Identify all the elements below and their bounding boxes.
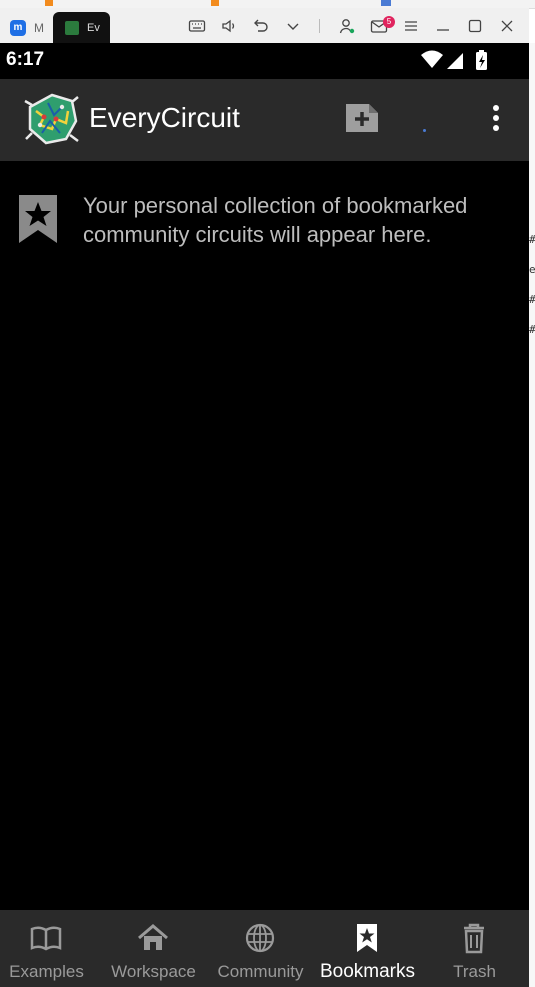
new-circuit-button[interactable] <box>343 101 381 135</box>
nav-community[interactable]: Community <box>207 910 314 987</box>
globe-icon <box>245 923 275 953</box>
emulator-active-tab[interactable]: Ev <box>53 12 110 43</box>
app-bar: EveryCircuit <box>0 79 529 161</box>
phone-screen: 6:17 EveryCircuit Your personal collecti… <box>0 43 529 987</box>
trash-icon <box>464 923 484 954</box>
background-tab-marker <box>45 0 53 6</box>
new-file-icon <box>346 104 378 132</box>
nav-examples-label: Examples <box>9 962 84 981</box>
chevron-down-icon[interactable] <box>284 17 302 35</box>
book-icon <box>30 926 62 951</box>
emulator-active-tab-label: Ev <box>87 22 100 34</box>
status-icons <box>421 49 491 73</box>
battery-charging-icon <box>476 50 487 70</box>
account-icon[interactable] <box>338 17 356 35</box>
nav-bookmarks[interactable]: Bookmarks <box>314 910 421 987</box>
keyboard-icon[interactable] <box>188 17 206 35</box>
status-time: 6:17 <box>6 49 45 70</box>
nav-workspace-label: Workspace <box>111 962 196 981</box>
everycircuit-tab-icon <box>65 21 79 35</box>
titlebar-divider <box>319 19 320 33</box>
emulator-app-tab-label: M <box>34 21 44 35</box>
status-bar: 6:17 <box>0 43 529 79</box>
bookmark-star-icon <box>357 924 377 952</box>
background-window-edge: # e # # <box>529 43 535 987</box>
wifi-icon <box>421 50 443 68</box>
empty-state-message: Your personal collection of bookmarked c… <box>83 193 468 247</box>
nav-workspace[interactable]: Workspace <box>100 910 207 987</box>
home-icon <box>138 924 168 950</box>
nav-trash[interactable]: Trash <box>421 910 528 987</box>
nav-community-label: Community <box>217 962 304 981</box>
bottom-navigation: Examples Workspace Community Bookmarks T… <box>0 910 529 987</box>
mail-badge: 5 <box>383 16 395 28</box>
nav-examples[interactable]: Examples <box>0 910 100 987</box>
overflow-menu-button[interactable] <box>486 101 506 137</box>
nav-trash-label: Trash <box>453 962 496 981</box>
volume-icon[interactable] <box>220 17 238 35</box>
loading-dot <box>423 129 426 132</box>
background-tab-marker <box>211 0 219 6</box>
more-vert-icon <box>493 105 499 131</box>
maximize-icon[interactable] <box>466 17 484 35</box>
cell-signal-icon <box>447 53 463 69</box>
app-title: EveryCircuit <box>89 102 240 133</box>
everycircuit-logo-icon <box>22 89 82 149</box>
close-icon[interactable] <box>498 17 516 35</box>
undo-icon[interactable] <box>252 17 270 35</box>
emulator-app-tab[interactable]: m M <box>6 16 44 38</box>
background-tab-marker <box>381 0 391 6</box>
bookmarks-content: Your personal collection of bookmarked c… <box>0 161 529 910</box>
bookmark-star-icon <box>18 194 58 244</box>
emulator-titlebar: m M Ev 5 <box>0 8 529 43</box>
emulator-logo-icon: m <box>10 20 26 36</box>
minimize-icon[interactable] <box>434 17 452 35</box>
nav-bookmarks-label: Bookmarks <box>319 961 416 982</box>
menu-icon[interactable] <box>402 17 420 35</box>
